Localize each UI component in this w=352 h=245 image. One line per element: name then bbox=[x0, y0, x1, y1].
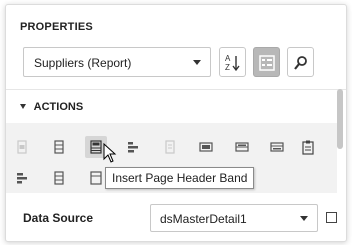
actions-section-label: ACTIONS bbox=[33, 101, 84, 113]
action-band-button[interactable] bbox=[85, 167, 107, 189]
scrollbar[interactable] bbox=[337, 89, 343, 149]
band-icon bbox=[270, 142, 284, 152]
data-source-label: Data Source bbox=[23, 211, 94, 225]
chevron-down-icon bbox=[300, 216, 308, 221]
band-icon bbox=[54, 171, 64, 185]
clipboard-icon-button[interactable] bbox=[297, 136, 319, 158]
categories-icon bbox=[259, 55, 275, 71]
categorized-view-button[interactable] bbox=[253, 47, 280, 77]
action-band-button[interactable] bbox=[231, 136, 253, 158]
band-icon bbox=[90, 140, 102, 154]
action-band-button[interactable] bbox=[11, 136, 33, 158]
component-select[interactable]: Suppliers (Report) bbox=[23, 47, 211, 77]
band-icon bbox=[165, 140, 175, 154]
mouse-cursor-icon bbox=[103, 143, 117, 163]
data-source-value: dsMasterDetail1 bbox=[160, 212, 247, 226]
data-source-checkbox[interactable] bbox=[326, 212, 337, 223]
tooltip: Insert Page Header Band bbox=[105, 167, 255, 189]
action-band-button[interactable] bbox=[266, 136, 288, 158]
band-icon bbox=[17, 173, 27, 184]
search-button[interactable] bbox=[287, 47, 314, 77]
properties-panel: PROPERTIES Suppliers (Report) A Z ACTION bbox=[5, 4, 347, 242]
sort-alphabetical-button[interactable]: A Z bbox=[219, 47, 246, 77]
action-band-button[interactable] bbox=[159, 136, 181, 158]
chevron-down-icon bbox=[193, 60, 201, 65]
search-icon bbox=[294, 56, 307, 70]
panel-title: PROPERTIES bbox=[20, 21, 93, 33]
action-band-button[interactable] bbox=[48, 136, 70, 158]
action-band-button[interactable] bbox=[11, 167, 33, 189]
divider bbox=[6, 89, 346, 90]
band-icon bbox=[235, 142, 249, 152]
action-band-button[interactable] bbox=[48, 167, 70, 189]
band-icon bbox=[17, 140, 27, 154]
band-icon bbox=[90, 171, 102, 185]
svg-text:Z: Z bbox=[225, 63, 230, 72]
clipboard-icon bbox=[302, 140, 314, 155]
action-band-button[interactable] bbox=[122, 136, 144, 158]
band-icon bbox=[199, 142, 213, 152]
band-icon bbox=[128, 142, 138, 153]
band-icon bbox=[54, 140, 64, 154]
action-band-button[interactable] bbox=[195, 136, 217, 158]
component-select-value: Suppliers (Report) bbox=[34, 56, 132, 70]
svg-text:A: A bbox=[225, 54, 231, 63]
actions-section-header[interactable]: ACTIONS bbox=[20, 101, 83, 113]
triangle-down-icon bbox=[20, 104, 26, 109]
data-source-select[interactable]: dsMasterDetail1 bbox=[150, 204, 318, 232]
sort-az-icon: A Z bbox=[225, 54, 240, 72]
